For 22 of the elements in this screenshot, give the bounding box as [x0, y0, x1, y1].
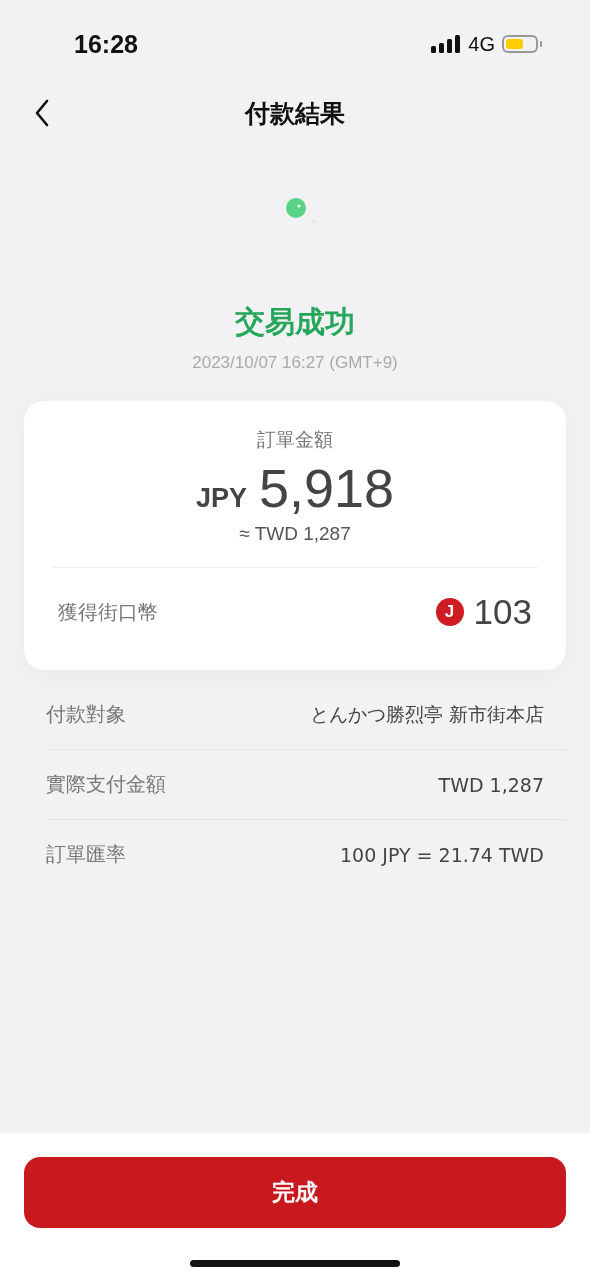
detail-value: TWD 1,287 [438, 773, 544, 796]
order-amount: 5,918 [258, 457, 395, 519]
converted-amount: ≈ TWD 1,287 [238, 523, 352, 545]
order-amount-label: 訂單金額 [256, 427, 334, 452]
done-button[interactable]: 完成 [24, 1157, 566, 1228]
points-label: 獲得街口幣 [58, 598, 158, 626]
battery-icon [502, 35, 542, 53]
detail-value: 100 JPY = 21.74 TWD [340, 843, 544, 866]
detail-label: 實際支付金額 [46, 771, 166, 798]
result-datetime: 2023/10/07 16:27 (GMT+9) [191, 353, 399, 373]
signal-icon [431, 35, 462, 53]
detail-label: 付款對象 [46, 701, 126, 728]
network-label: 4G [468, 32, 495, 56]
points-value: 103 [473, 592, 532, 632]
page-title: 付款結果 [245, 97, 345, 130]
coin-icon: J [435, 598, 464, 626]
status-time: 16:28 [74, 29, 138, 59]
back-icon[interactable] [34, 99, 50, 127]
detail-value: とんかつ勝烈亭 新市街本店 [309, 701, 544, 727]
detail-label: 訂單匯率 [46, 841, 126, 868]
currency-label: JPY [195, 483, 247, 514]
result-title: 交易成功 [234, 303, 356, 341]
